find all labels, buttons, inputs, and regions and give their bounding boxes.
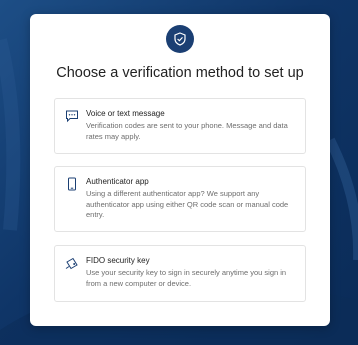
option-description: Verification codes are sent to your phon… [86, 121, 288, 141]
option-description: Use your security key to sign in securel… [86, 268, 287, 288]
option-authenticator-app[interactable]: Authenticator app Using a different auth… [54, 166, 306, 232]
option-description: Using a different authenticator app? We … [86, 189, 289, 219]
shield-check-icon [166, 25, 194, 53]
chat-bubble-icon [65, 109, 79, 123]
verification-card: Choose a verification method to set up V… [30, 14, 330, 326]
option-title: FIDO security key [86, 256, 150, 265]
option-title: Voice or text message [86, 109, 165, 118]
option-title: Authenticator app [86, 177, 149, 186]
option-fido-security-key[interactable]: FIDO security key Use your security key … [54, 245, 306, 302]
smartphone-icon [65, 177, 79, 191]
security-key-icon [65, 256, 79, 270]
option-voice-or-text[interactable]: Voice or text message Verification codes… [54, 98, 306, 154]
page-title: Choose a verification method to set up [56, 65, 304, 81]
